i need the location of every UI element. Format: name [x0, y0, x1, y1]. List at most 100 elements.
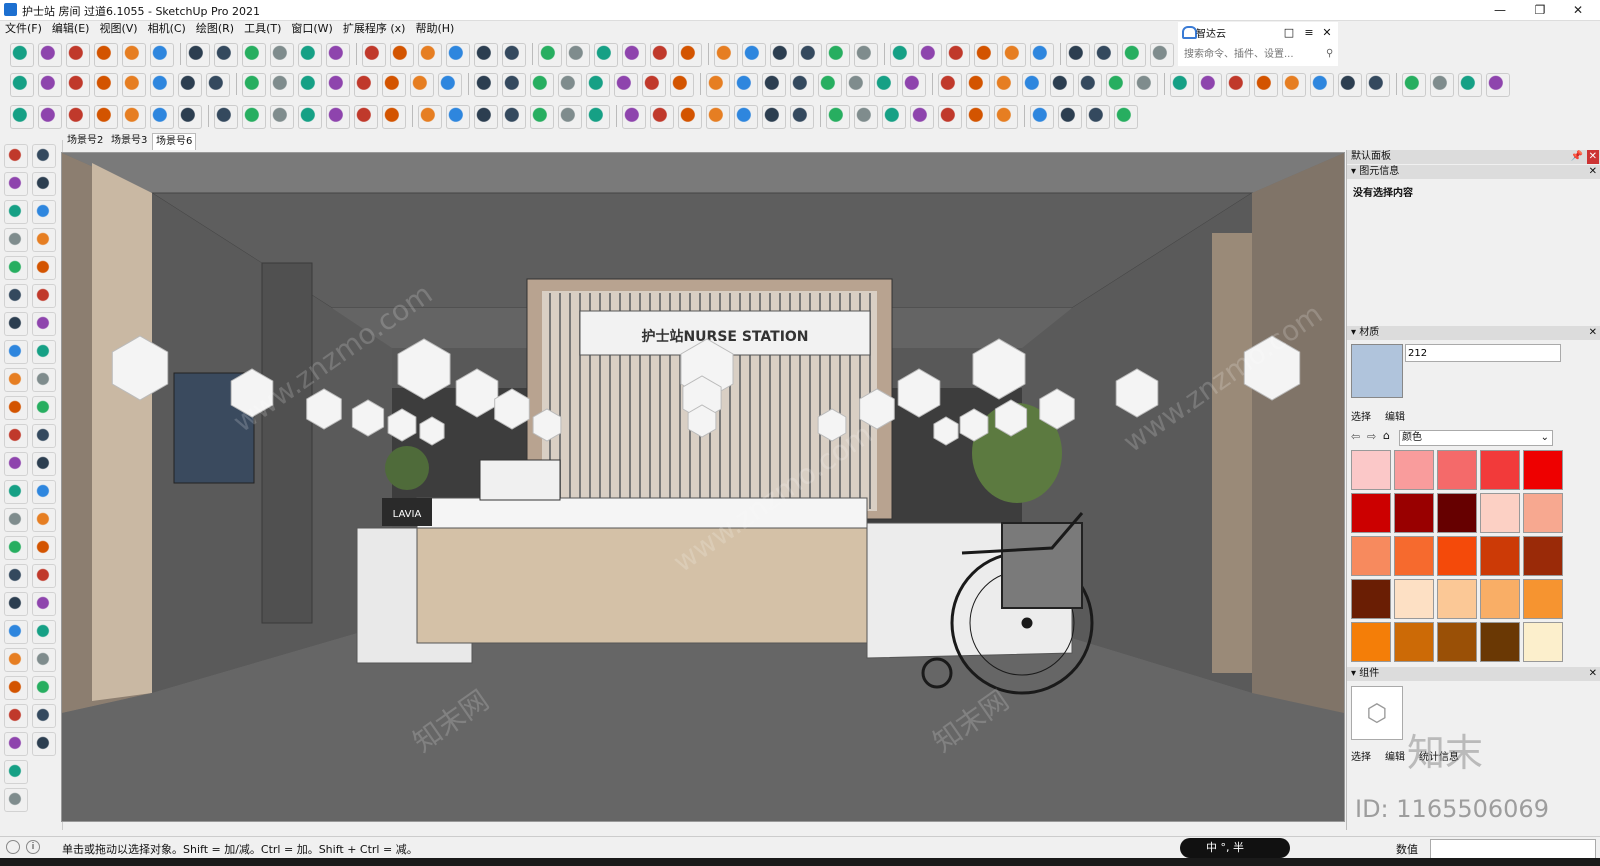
material-swatch[interactable] — [1351, 622, 1391, 662]
toolbar-tool-2-16-icon[interactable] — [474, 73, 498, 97]
toolbar-tool-1-24-icon[interactable] — [714, 43, 738, 67]
left-tool-5-0-icon[interactable] — [4, 284, 28, 308]
toolbar-tool-2-30-icon[interactable] — [874, 73, 898, 97]
left-tool-10-0-icon[interactable] — [4, 424, 28, 448]
toolbar-tool-2-24-icon[interactable] — [706, 73, 730, 97]
toolbar-tool-1-26-icon[interactable] — [770, 43, 794, 67]
toolbar-tool-3-34-icon[interactable] — [994, 105, 1018, 129]
toolbar-tool-3-25-icon[interactable] — [734, 105, 758, 129]
toolbar-tool-2-41-icon[interactable] — [1198, 73, 1222, 97]
info-icon[interactable]: i — [26, 840, 40, 854]
toolbar-tool-2-49-icon[interactable] — [1430, 73, 1454, 97]
menu-extensions[interactable]: 扩展程序 (x) — [338, 20, 411, 38]
toolbar-tool-3-38-icon[interactable] — [1114, 105, 1138, 129]
toolbar-tool-3-12-icon[interactable] — [354, 105, 378, 129]
toolbar-tool-3-35-icon[interactable] — [1030, 105, 1054, 129]
toolbar-tool-1-35-icon[interactable] — [1030, 43, 1054, 67]
material-swatch[interactable] — [1523, 622, 1563, 662]
left-tool-8-1-icon[interactable] — [32, 368, 56, 392]
left-tool-9-0-icon[interactable] — [4, 396, 28, 420]
left-tool-13-0-icon[interactable] — [4, 508, 28, 532]
toolbar-tool-1-6-icon[interactable] — [186, 43, 210, 67]
material-swatch[interactable] — [1480, 622, 1520, 662]
menu-window[interactable]: 窗口(W) — [286, 20, 337, 38]
left-tool-1-0-icon[interactable] — [4, 172, 28, 196]
left-tool-23-0-icon[interactable] — [4, 788, 28, 812]
toolbar-tool-2-8-icon[interactable] — [242, 73, 266, 97]
components-tab-select[interactable]: 选择 — [1351, 748, 1371, 763]
toolbar-tool-1-5-icon[interactable] — [150, 43, 174, 67]
material-swatch[interactable] — [1523, 450, 1563, 490]
toolbar-tool-1-27-icon[interactable] — [798, 43, 822, 67]
toolbar-tool-1-11-icon[interactable] — [326, 43, 350, 67]
left-tool-19-0-icon[interactable] — [4, 676, 28, 700]
toolbar-tool-1-23-icon[interactable] — [678, 43, 702, 67]
toolbar-tool-3-37-icon[interactable] — [1086, 105, 1110, 129]
toolbar-tool-2-27-icon[interactable] — [790, 73, 814, 97]
components-tab-edit[interactable]: 编辑 — [1385, 748, 1405, 763]
left-tool-15-0-icon[interactable] — [4, 564, 28, 588]
material-swatch[interactable] — [1437, 579, 1477, 619]
toolbar-tool-2-6-icon[interactable] — [178, 73, 202, 97]
toolbar-tool-2-33-icon[interactable] — [966, 73, 990, 97]
left-tool-11-1-icon[interactable] — [32, 452, 56, 476]
left-tool-12-0-icon[interactable] — [4, 480, 28, 504]
material-preview[interactable] — [1351, 344, 1403, 398]
toolbar-tool-1-30-icon[interactable] — [890, 43, 914, 67]
material-swatch[interactable] — [1351, 536, 1391, 576]
toolbar-tool-1-16-icon[interactable] — [474, 43, 498, 67]
toolbar-tool-3-36-icon[interactable] — [1058, 105, 1082, 129]
menu-edit[interactable]: 编辑(E) — [47, 20, 95, 38]
toolbar-tool-1-38-icon[interactable] — [1122, 43, 1146, 67]
left-tool-10-1-icon[interactable] — [32, 424, 56, 448]
toolbar-tool-2-10-icon[interactable] — [298, 73, 322, 97]
left-tool-8-0-icon[interactable] — [4, 368, 28, 392]
toolbar-tool-2-18-icon[interactable] — [530, 73, 554, 97]
toolbar-tool-1-14-icon[interactable] — [418, 43, 442, 67]
toolbar-tool-2-34-icon[interactable] — [994, 73, 1018, 97]
geo-location-icon[interactable] — [6, 840, 20, 854]
material-swatch[interactable] — [1480, 579, 1520, 619]
left-tool-0-0-icon[interactable] — [4, 144, 28, 168]
left-tool-3-1-icon[interactable] — [32, 228, 56, 252]
toolbar-tool-2-47-icon[interactable] — [1366, 73, 1390, 97]
toolbar-tool-2-28-icon[interactable] — [818, 73, 842, 97]
toolbar-tool-1-8-icon[interactable] — [242, 43, 266, 67]
menu-help[interactable]: 帮助(H) — [410, 20, 459, 38]
toolbar-tool-1-17-icon[interactable] — [502, 43, 526, 67]
minimize-button[interactable]: — — [1480, 1, 1520, 19]
left-tool-21-0-icon[interactable] — [4, 732, 28, 756]
tab-scene-2[interactable]: 场景号2 — [64, 133, 106, 149]
toolbar-tool-1-20-icon[interactable] — [594, 43, 618, 67]
toolbar-tool-1-13-icon[interactable] — [390, 43, 414, 67]
pin-icon[interactable]: 📌 — [1571, 150, 1583, 164]
toolbar-tool-3-2-icon[interactable] — [66, 105, 90, 129]
menu-camera[interactable]: 相机(C) — [143, 20, 191, 38]
toolbar-tool-2-19-icon[interactable] — [558, 73, 582, 97]
toolbar-tool-2-4-icon[interactable] — [122, 73, 146, 97]
components-header[interactable]: ▾ 组件 ✕ — [1347, 667, 1600, 681]
toolbar-tool-3-6-icon[interactable] — [178, 105, 202, 129]
toolbar-tool-2-20-icon[interactable] — [586, 73, 610, 97]
toolbar-tool-2-1-icon[interactable] — [38, 73, 62, 97]
toolbar-tool-2-51-icon[interactable] — [1486, 73, 1510, 97]
toolbar-tool-1-25-icon[interactable] — [742, 43, 766, 67]
toolbar-tool-2-26-icon[interactable] — [762, 73, 786, 97]
tab-scene-6[interactable]: 场景号6 — [152, 133, 197, 150]
material-swatch[interactable] — [1480, 493, 1520, 533]
toolbar-tool-3-24-icon[interactable] — [706, 105, 730, 129]
left-tool-1-1-icon[interactable] — [32, 172, 56, 196]
toolbar-tool-3-29-icon[interactable] — [854, 105, 878, 129]
left-tool-4-1-icon[interactable] — [32, 256, 56, 280]
toolbar-tool-3-3-icon[interactable] — [94, 105, 118, 129]
left-tool-17-0-icon[interactable] — [4, 620, 28, 644]
material-swatch[interactable] — [1394, 579, 1434, 619]
toolbar-tool-1-18-icon[interactable] — [538, 43, 562, 67]
material-swatch[interactable] — [1480, 450, 1520, 490]
toolbar-tool-1-28-icon[interactable] — [826, 43, 850, 67]
toolbar-tool-1-33-icon[interactable] — [974, 43, 998, 67]
material-swatch[interactable] — [1394, 622, 1434, 662]
left-tool-13-1-icon[interactable] — [32, 508, 56, 532]
left-tool-9-1-icon[interactable] — [32, 396, 56, 420]
toolbar-tool-3-28-icon[interactable] — [826, 105, 850, 129]
